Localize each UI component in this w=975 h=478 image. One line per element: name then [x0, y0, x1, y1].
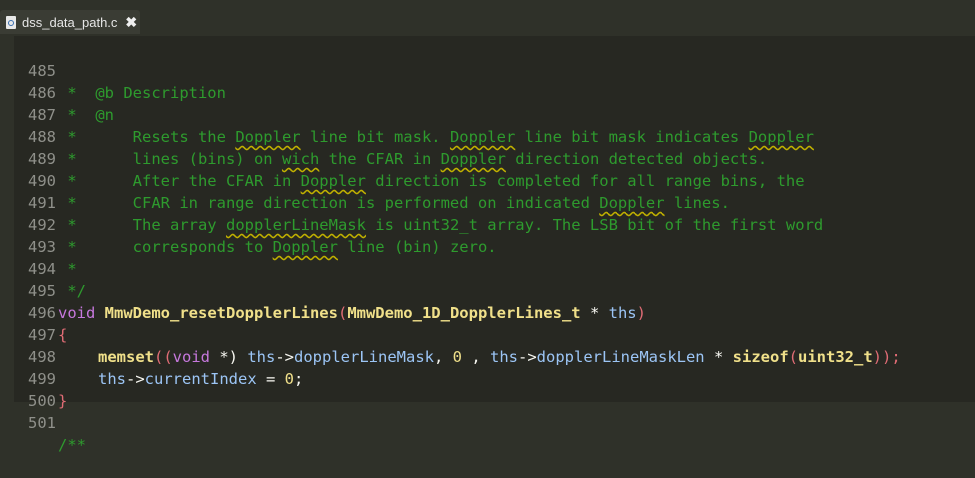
code-line: 493 *: [0, 214, 975, 278]
code-line: 495 void MmwDemo_resetDopplerLines(MmwDe…: [0, 258, 975, 322]
code-line: 500: [0, 368, 975, 410]
comment-text: /**: [58, 436, 86, 454]
line-number: 501: [28, 414, 56, 432]
code-line: 497 memset((void *) ths->dopplerLineMask…: [0, 302, 975, 366]
code-editor[interactable]: 485 * @b Description 486 * @n 487 * Rese…: [0, 36, 975, 454]
code-line: 485 * @b Description: [0, 38, 975, 102]
tab-dss-data-path[interactable]: dss_data_path.c ✖: [0, 10, 140, 34]
code-line: 488 * lines (bins) on wich the CFAR in D…: [0, 104, 975, 168]
code-line: 489 * After the CFAR in Doppler directio…: [0, 126, 975, 190]
code-line: 501 /**: [0, 390, 975, 454]
c-file-icon: [6, 15, 16, 29]
code-line: 492 * corresponds to Doppler line (bin) …: [0, 192, 975, 256]
code-line: 487 * Resets the Doppler line bit mask. …: [0, 82, 975, 146]
code-line: 496 {: [0, 280, 975, 344]
code-line: 491 * The array dopplerLineMask is uint3…: [0, 170, 975, 234]
code-line: 490 * CFAR in range direction is perform…: [0, 148, 975, 212]
code-line: 486 * @n: [0, 60, 975, 124]
code-line: 494 */: [0, 236, 975, 300]
close-icon[interactable]: ✖: [125, 14, 137, 31]
code-line: 499 }: [0, 346, 975, 410]
tab-label: dss_data_path.c: [22, 14, 118, 30]
code-line: 498 ths->currentIndex = 0;: [0, 324, 975, 388]
tab-bar: dss_data_path.c ✖: [0, 0, 975, 34]
